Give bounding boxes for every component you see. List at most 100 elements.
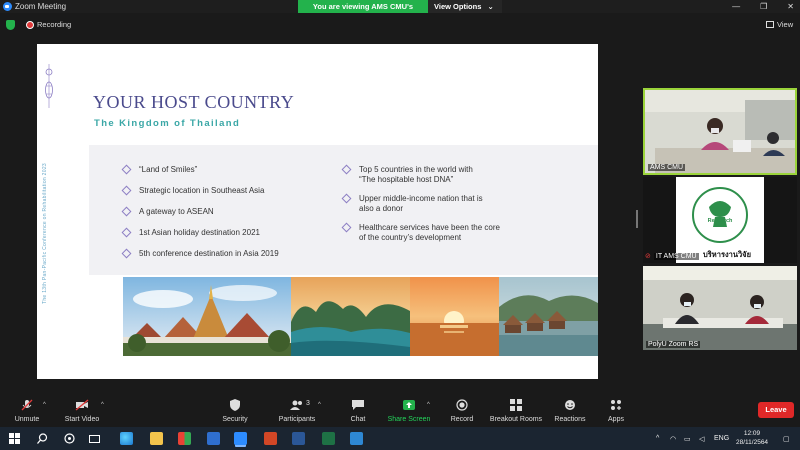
diamond-bullet-icon	[121, 164, 132, 175]
minimize-button[interactable]: —	[732, 2, 740, 11]
diamond-bullet-icon	[121, 206, 132, 217]
record-button[interactable]: Record	[448, 393, 476, 427]
reactions-icon	[565, 400, 575, 410]
video-options-caret[interactable]: ^	[101, 402, 104, 408]
participants-options-caret[interactable]: ^	[318, 402, 321, 408]
share-screen-button[interactable]: Share Screen	[386, 393, 432, 427]
muted-mic-icon: ⊘	[645, 253, 651, 260]
participant-tile[interactable]: PolyU Zoom RS	[643, 266, 797, 350]
diamond-bullet-icon	[121, 185, 132, 196]
muted-mic-icon	[21, 399, 33, 411]
participant-name: PolyU Zoom RS	[646, 341, 701, 348]
view-options-label: View Options	[434, 2, 482, 11]
breakout-rooms-button[interactable]: Breakout Rooms	[488, 393, 544, 427]
participant-panel-scrollbar[interactable]	[636, 210, 638, 228]
windows-taskbar: ^ ◠ ▭ ◁ ENG 12:09 28/11/2564 ▢	[0, 427, 800, 450]
research-logo-text: Research	[707, 218, 733, 224]
powerpoint-icon[interactable]	[264, 432, 277, 445]
store-icon[interactable]	[178, 432, 191, 445]
participant-video	[643, 266, 797, 350]
chevron-down-icon: ⌄	[487, 2, 494, 11]
diamond-bullet-icon	[341, 164, 352, 175]
edge-browser-icon[interactable]	[120, 432, 133, 445]
participants-icon	[290, 400, 302, 410]
windows-icon[interactable]	[9, 433, 20, 444]
bullet-item: “Land of Smiles”	[121, 164, 197, 175]
bullet-item: Strategic location in Southeast Asia	[121, 185, 264, 196]
media-player-icon[interactable]	[350, 432, 363, 445]
video-off-icon	[75, 399, 89, 411]
participant-name-row: ⊘ IT AMS CMU	[645, 252, 699, 260]
islands-photo	[291, 277, 410, 356]
bullet-item: 1st Asian holiday destination 2021	[121, 227, 260, 238]
file-explorer-icon[interactable]	[150, 432, 163, 445]
apps-button[interactable]: Apps	[602, 393, 630, 427]
share-options-caret[interactable]: ^	[427, 402, 430, 408]
start-video-button[interactable]: Start Video	[60, 393, 104, 427]
excel-icon[interactable]	[322, 432, 335, 445]
thailand-photo-strip	[123, 277, 598, 356]
volume-icon[interactable]: ◁	[699, 427, 704, 450]
participants-count: 3	[306, 400, 310, 407]
lantern-ornament-icon	[45, 64, 53, 108]
meeting-status-bar: Recording View	[0, 13, 800, 37]
sunset-photo	[410, 277, 499, 356]
slide-content-panel: “Land of Smiles” Strategic location in S…	[89, 145, 598, 275]
mail-icon[interactable]	[207, 432, 220, 445]
zoom-logo-icon	[3, 2, 12, 11]
unmute-button[interactable]: Unmute	[8, 393, 46, 427]
search-icon[interactable]	[37, 433, 48, 444]
bullet-item: Healthcare services have been the core of…	[341, 222, 500, 243]
floating-houses-photo	[499, 277, 598, 356]
participants-button[interactable]: Participants	[276, 393, 318, 427]
language-indicator[interactable]: ENG	[714, 427, 729, 450]
diamond-bullet-icon	[121, 248, 132, 259]
chat-button[interactable]: Chat	[344, 393, 372, 427]
recording-label: Recording	[37, 20, 72, 29]
participant-tile[interactable]: AMS CMU	[643, 88, 797, 175]
record-icon	[456, 399, 468, 411]
task-manager-icon[interactable]	[89, 433, 100, 444]
tray-overflow-caret[interactable]: ^	[656, 427, 659, 450]
diamond-bullet-icon	[121, 227, 132, 238]
reactions-button[interactable]: Reactions	[552, 393, 588, 427]
recording-icon	[26, 21, 34, 29]
bullet-item: 5th conference destination in Asia 2019	[121, 248, 279, 259]
leave-button[interactable]: Leave	[758, 402, 794, 418]
chat-icon	[352, 400, 364, 410]
participant-tile[interactable]: Research บริหารงานวิจัย ⊘ IT AMS CMU	[643, 177, 797, 263]
thai-overlay-text: บริหารงานวิจัย	[703, 250, 751, 259]
view-options-button[interactable]: View Options ⌄	[428, 0, 502, 13]
network-icon[interactable]: ▭	[684, 427, 691, 450]
bullet-item: Upper middle-income nation that is also a…	[341, 193, 483, 214]
system-clock[interactable]: 12:09 28/11/2564	[736, 429, 768, 447]
gallery-view-icon	[766, 21, 774, 28]
participant-name: IT AMS CMU	[653, 252, 699, 260]
viewing-banner: You are viewing AMS CMU's screen View Op…	[298, 0, 502, 24]
task-view-icon[interactable]	[64, 433, 75, 444]
bullet-item: Top 5 countries in the world with “The ho…	[341, 164, 473, 185]
zoom-window: Zoom Meeting — ❐ ✕ You are viewing AMS C…	[0, 0, 800, 450]
word-icon[interactable]	[292, 432, 305, 445]
notifications-icon[interactable]: ▢	[783, 427, 790, 450]
bullet-item: A gateway to ASEAN	[121, 206, 214, 217]
zoom-taskbar-icon[interactable]	[234, 432, 247, 445]
view-label: View	[777, 20, 794, 29]
viewing-message: You are viewing AMS CMU's screen	[298, 0, 428, 24]
apps-icon	[611, 400, 621, 410]
participant-video	[645, 90, 795, 173]
breakout-rooms-icon	[510, 399, 522, 411]
audio-options-caret[interactable]: ^	[43, 402, 46, 408]
view-button[interactable]: View	[766, 20, 793, 29]
encryption-shield-icon[interactable]	[6, 20, 15, 30]
close-button[interactable]: ✕	[787, 2, 794, 11]
clock-date: 28/11/2564	[736, 439, 769, 446]
wifi-icon[interactable]: ◠	[670, 427, 676, 450]
security-button[interactable]: Security	[218, 393, 252, 427]
slide-title: YOUR HOST COUNTRY	[93, 92, 295, 112]
conference-vertical-text: The 13th Pan-Pacific Conference on Rehab…	[42, 162, 48, 304]
diamond-bullet-icon	[341, 222, 352, 233]
shield-icon	[230, 399, 240, 411]
diamond-bullet-icon	[341, 193, 352, 204]
maximize-button[interactable]: ❐	[760, 2, 767, 11]
